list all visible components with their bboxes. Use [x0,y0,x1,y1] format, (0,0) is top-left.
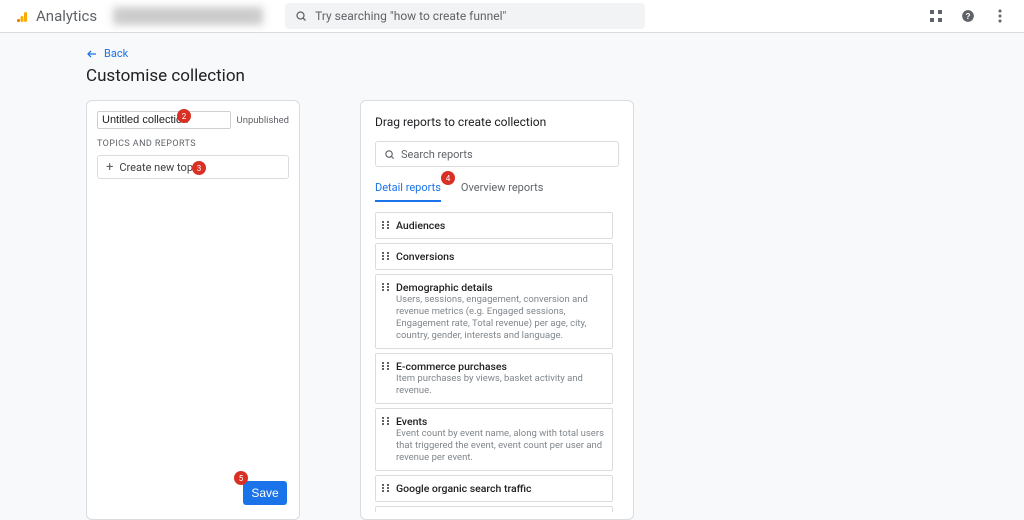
page-title: Customise collection [86,66,1024,86]
drag-handle-icon [382,417,390,425]
topics-reports-label: Topics and reports [87,139,299,155]
create-new-topic-button[interactable]: + Create new topic 3 [97,155,289,179]
drag-handle-icon [382,484,390,492]
collection-name-input[interactable] [97,111,231,129]
analytics-logo: Analytics [16,7,97,25]
reports-card: Drag reports to create collection Search… [360,100,634,520]
tutorial-marker-2: 2 [177,109,191,123]
brand-name: Analytics [36,7,97,25]
report-list: Audiences Conversions Demographic detailsU… [375,212,619,512]
report-item[interactable]: Google organic search traffic [375,475,613,502]
report-description: Users, sessions, engagement, conversion … [396,294,604,342]
apps-icon[interactable] [928,8,944,24]
drag-handle-icon [382,283,390,291]
drag-handle-icon [382,362,390,370]
search-placeholder: Try searching "how to create funnel" [315,9,506,23]
search-icon [295,10,307,22]
report-item[interactable]: In-app purchasesProduct purchases by qua… [375,506,613,512]
svg-text:?: ? [966,12,971,21]
report-item[interactable]: Demographic detailsUsers, sessions, enga… [375,274,613,349]
report-name: E-commerce purchases [396,360,604,373]
report-name: Conversions [396,250,454,263]
collection-card: 2 Unpublished Topics and reports + Creat… [86,100,300,520]
tab-detail-reports[interactable]: Detail reports [375,181,441,202]
plus-icon: + [106,161,113,174]
report-name: Demographic details [396,281,604,294]
drag-handle-icon [382,252,390,260]
report-item[interactable]: Conversions [375,243,613,270]
report-description: Item purchases by views, basket activity… [396,373,604,397]
report-name: Audiences [396,219,445,232]
reports-tabs: Detail reports 4 Overview reports [375,181,619,202]
create-new-topic-label: Create new topic [119,161,201,174]
tutorial-marker-4: 4 [441,171,455,185]
tutorial-marker-3: 3 [192,161,206,175]
analytics-logo-icon [16,9,30,23]
tutorial-marker-5: 5 [234,471,248,485]
report-item[interactable]: Audiences [375,212,613,239]
header-actions: ? [928,8,1008,24]
help-icon[interactable]: ? [960,8,976,24]
back-label: Back [104,47,128,60]
tab-overview-reports[interactable]: Overview reports [461,181,544,202]
save-button[interactable]: Save [243,481,287,505]
header: Analytics Try searching "how to create f… [0,0,1024,33]
search-icon [384,149,395,160]
report-name: Events [396,415,604,428]
report-name: Google organic search traffic [396,482,532,495]
search-reports-input[interactable]: Search reports [375,141,619,167]
report-item[interactable]: EventsEvent count by event name, along w… [375,408,613,471]
back-arrow-icon [86,48,98,60]
collection-status: Unpublished [237,115,289,126]
search-box[interactable]: Try searching "how to create funnel" [285,3,645,29]
collection-name-row: 2 Unpublished [87,101,299,139]
back-link[interactable]: Back [86,47,1024,60]
report-description: Event count by event name, along with to… [396,428,604,464]
reports-card-title: Drag reports to create collection [375,115,619,129]
report-item[interactable]: E-commerce purchasesItem purchases by vi… [375,353,613,404]
search-reports-placeholder: Search reports [401,148,473,161]
property-name-blurred [113,7,263,25]
page-content: Back Customise collection 2 Unpublished … [0,33,1024,520]
drag-handle-icon [382,221,390,229]
more-icon[interactable] [992,8,1008,24]
